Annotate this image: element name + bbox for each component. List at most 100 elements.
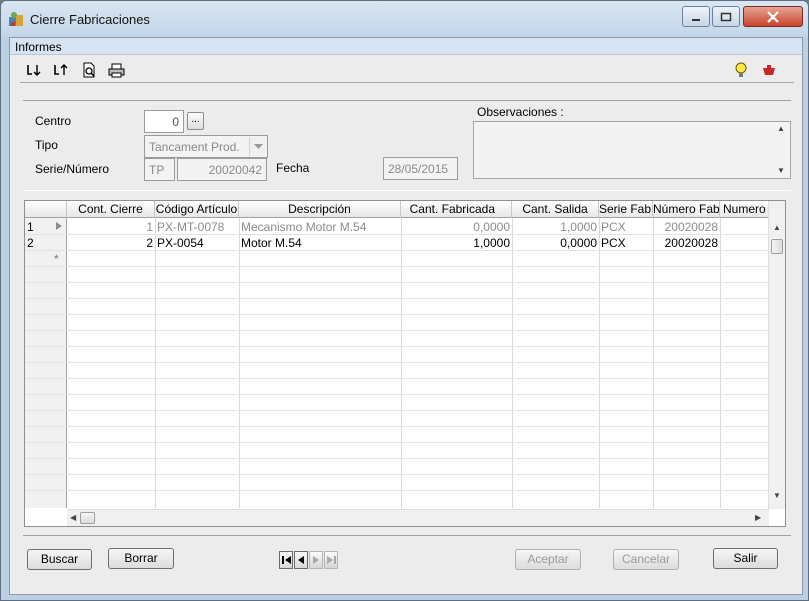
window-title: Cierre Fabricaciones bbox=[30, 12, 150, 27]
first-icon bbox=[281, 556, 291, 564]
grid-hline bbox=[25, 346, 769, 347]
table-row[interactable]: 2 2 PX-0054 Motor M.54 1,0000 0,0000 PCX… bbox=[25, 235, 769, 251]
next-icon bbox=[313, 556, 319, 564]
scroll-up-icon: ▲ bbox=[777, 124, 785, 133]
grid-hline bbox=[25, 394, 769, 395]
menu-informes[interactable]: Informes bbox=[15, 40, 62, 54]
previous-record-button[interactable] bbox=[294, 551, 308, 569]
footer-divider bbox=[23, 535, 791, 536]
print-icon bbox=[108, 63, 124, 77]
tipo-select-value: Tancament Prod. bbox=[149, 140, 240, 154]
col-codigo-articulo[interactable]: Código Artículo bbox=[155, 201, 239, 218]
aceptar-button[interactable]: Aceptar bbox=[515, 549, 581, 570]
cell-codigo[interactable]: PX-MT-0078 bbox=[155, 219, 239, 235]
col-numero-fab[interactable]: Número Fab. bbox=[653, 201, 720, 218]
grid-hline bbox=[25, 474, 769, 475]
observaciones-label: Observaciones : bbox=[477, 105, 564, 119]
menu-bar: Informes bbox=[10, 38, 802, 55]
help-button[interactable] bbox=[759, 60, 779, 80]
grid-hline bbox=[25, 314, 769, 315]
cell-serie-fab[interactable]: PCX bbox=[599, 235, 653, 251]
cell-cant-fabricada[interactable]: 1,0000 bbox=[401, 235, 512, 251]
table-row[interactable]: 1 1 PX-MT-0078 Mecanismo Motor M.54 0,00… bbox=[25, 219, 769, 235]
aceptar-button-label: Aceptar bbox=[527, 552, 569, 566]
scroll-left-icon[interactable]: ◀ bbox=[70, 513, 76, 522]
lines-grid: Cont. Cierre Código Artículo Descripción… bbox=[24, 200, 786, 527]
col-cant-salida[interactable]: Cant. Salida bbox=[512, 201, 599, 218]
scroll-down-icon[interactable]: ▼ bbox=[773, 491, 781, 500]
borrar-button-label: Borrar bbox=[124, 551, 158, 565]
numero-field[interactable]: 20020042 bbox=[177, 158, 267, 181]
col-cant-fabricada[interactable]: Cant. Fabricada bbox=[401, 201, 512, 218]
cell-cant-salida[interactable]: 1,0000 bbox=[512, 219, 599, 235]
tipo-select[interactable]: Tancament Prod. bbox=[144, 135, 268, 158]
sort-ascending-button[interactable] bbox=[24, 60, 44, 80]
tipo-label: Tipo bbox=[35, 138, 58, 152]
cell-numero-fab[interactable]: 20020028 bbox=[653, 219, 720, 235]
current-row-icon bbox=[53, 219, 65, 235]
app-icon bbox=[9, 12, 23, 26]
buscar-button[interactable]: Buscar bbox=[27, 549, 92, 570]
grid-hline bbox=[25, 330, 769, 331]
maximize-button[interactable] bbox=[712, 6, 740, 27]
minimize-icon bbox=[692, 18, 700, 21]
grid-hline bbox=[25, 362, 769, 363]
grid-corner bbox=[25, 201, 67, 218]
print-preview-button[interactable] bbox=[79, 60, 99, 80]
minimize-button[interactable] bbox=[682, 6, 710, 27]
tipo-dropdown-button[interactable] bbox=[249, 137, 266, 156]
serie-field[interactable]: TP bbox=[144, 158, 175, 181]
grid-hline bbox=[25, 410, 769, 411]
scroll-right-icon[interactable]: ▶ bbox=[755, 513, 761, 522]
cell-serie-fab[interactable]: PCX bbox=[599, 219, 653, 235]
cancelar-button[interactable]: Cancelar bbox=[613, 549, 679, 570]
scroll-up-icon[interactable]: ▲ bbox=[773, 223, 781, 232]
next-record-button[interactable] bbox=[309, 551, 323, 569]
col-cont-cierre[interactable]: Cont. Cierre bbox=[67, 201, 155, 218]
sort-descending-button[interactable] bbox=[51, 60, 71, 80]
title-bar[interactable]: Cierre Fabricaciones bbox=[1, 1, 808, 37]
app-window: Cierre Fabricaciones Informes Centro 0 .… bbox=[0, 0, 809, 601]
close-button[interactable] bbox=[743, 6, 803, 27]
grid-horizontal-scrollbar[interactable]: ◀ ▶ bbox=[67, 509, 769, 526]
print-button[interactable] bbox=[106, 60, 126, 80]
fecha-field[interactable]: 28/05/2015 bbox=[383, 157, 458, 180]
cell-descripcion[interactable]: Motor M.54 bbox=[239, 235, 401, 251]
grid-vertical-scrollbar[interactable]: ▲ ▼ bbox=[768, 201, 785, 509]
salir-button[interactable]: Salir bbox=[713, 548, 778, 569]
grid-hline bbox=[25, 298, 769, 299]
grid-header: Cont. Cierre Código Artículo Descripción… bbox=[25, 201, 769, 218]
col-numero-a[interactable]: Numero A bbox=[720, 201, 769, 218]
close-icon bbox=[767, 10, 779, 23]
borrar-button[interactable]: Borrar bbox=[108, 548, 174, 569]
scroll-thumb[interactable] bbox=[80, 512, 95, 524]
grid-hline bbox=[25, 378, 769, 379]
first-record-button[interactable] bbox=[279, 551, 293, 569]
observaciones-scrollbar[interactable]: ▲ ▼ bbox=[773, 122, 790, 178]
cancelar-button-label: Cancelar bbox=[621, 552, 671, 566]
col-descripcion[interactable]: Descripción bbox=[239, 201, 401, 218]
lightbulb-icon bbox=[735, 62, 747, 77]
cell-cont-cierre[interactable]: 1 bbox=[67, 219, 155, 235]
sort-descending-icon bbox=[54, 64, 68, 75]
centro-lookup-button[interactable]: ... bbox=[187, 112, 204, 130]
last-record-button[interactable] bbox=[324, 551, 338, 569]
col-serie-fab[interactable]: Serie Fab. bbox=[599, 201, 653, 218]
cell-numero-fab[interactable]: 20020028 bbox=[653, 235, 720, 251]
new-row[interactable]: * bbox=[25, 251, 769, 267]
cell-cant-salida[interactable]: 0,0000 bbox=[512, 235, 599, 251]
grid-hline bbox=[25, 458, 769, 459]
observaciones-textarea[interactable]: ▲ ▼ bbox=[473, 121, 791, 179]
cell-cont-cierre[interactable]: 2 bbox=[67, 235, 155, 251]
lightbulb-button[interactable] bbox=[731, 60, 751, 80]
centro-field[interactable]: 0 bbox=[144, 110, 184, 133]
salir-button-label: Salir bbox=[733, 551, 758, 565]
previous-icon bbox=[298, 556, 304, 564]
grid-hline bbox=[25, 490, 769, 491]
buscar-button-label: Buscar bbox=[40, 552, 79, 566]
scroll-thumb[interactable] bbox=[771, 239, 783, 254]
chevron-down-icon bbox=[253, 143, 263, 149]
cell-codigo[interactable]: PX-0054 bbox=[155, 235, 239, 251]
cell-descripcion[interactable]: Mecanismo Motor M.54 bbox=[239, 219, 401, 235]
cell-cant-fabricada[interactable]: 0,0000 bbox=[401, 219, 512, 235]
